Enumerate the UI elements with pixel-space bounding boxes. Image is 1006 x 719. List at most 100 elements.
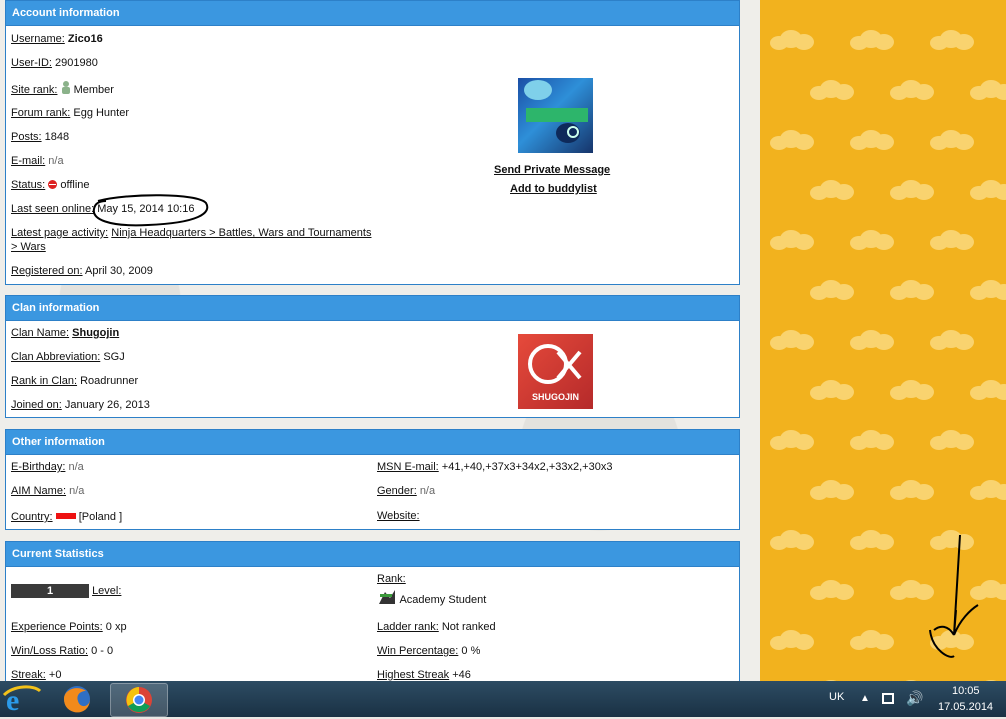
streak-value: +0 bbox=[48, 669, 62, 681]
show-hidden-icons-icon[interactable]: ▲ bbox=[860, 693, 870, 704]
activity-label: Latest page activity: bbox=[11, 227, 109, 239]
level-bar: 1 bbox=[11, 584, 89, 598]
cloud-pattern bbox=[770, 630, 816, 650]
clan-panel: Clan information Clan Name: Shugojin Cla… bbox=[5, 295, 740, 418]
page-content: Account information Username: Zico16 Use… bbox=[0, 0, 760, 681]
member-icon bbox=[61, 81, 71, 94]
language-indicator[interactable]: UK bbox=[829, 691, 844, 703]
email-row: E-mail: n/a bbox=[11, 155, 64, 167]
cloud-pattern bbox=[930, 130, 976, 150]
winpct-label: Win Percentage: bbox=[377, 645, 459, 657]
network-icon[interactable] bbox=[882, 693, 894, 704]
gender-value: n/a bbox=[419, 485, 436, 497]
cloud-pattern bbox=[770, 430, 816, 450]
msn-value: +41,+40,+37x3+34x2,+33x2,+30x3 bbox=[441, 461, 613, 473]
account-panel: Account information Username: Zico16 Use… bbox=[5, 0, 740, 285]
highest-label: Highest Streak bbox=[377, 669, 450, 681]
cloud-pattern bbox=[970, 380, 1006, 400]
activity-link-2[interactable]: > Wars bbox=[11, 241, 46, 253]
streak-label: Streak: bbox=[11, 669, 46, 681]
website-label: Website: bbox=[377, 510, 420, 522]
aim-row: AIM Name: n/a bbox=[11, 485, 84, 497]
stats-header: Current Statistics bbox=[6, 542, 739, 567]
lastseen-label: Last seen online: bbox=[11, 203, 95, 215]
rank-label-row: Rank: bbox=[377, 573, 406, 585]
ladder-label: Ladder rank: bbox=[377, 621, 439, 633]
other-header: Other information bbox=[6, 430, 739, 455]
clan-name-link[interactable]: Shugojin bbox=[72, 327, 119, 339]
level-label: Level: bbox=[92, 584, 122, 597]
internet-explorer-icon[interactable]: e bbox=[0, 683, 46, 717]
cloud-pattern bbox=[890, 480, 936, 500]
ladder-value: Not ranked bbox=[441, 621, 496, 633]
email-label: E-mail: bbox=[11, 155, 46, 167]
siterank-label: Site rank: bbox=[11, 84, 58, 96]
status-value: offline bbox=[60, 179, 90, 191]
siterank-value: Member bbox=[73, 84, 114, 96]
status-row: Status: offline bbox=[11, 179, 90, 191]
highest-value: +46 bbox=[452, 669, 471, 681]
username-label: Username: bbox=[11, 33, 65, 45]
registered-row: Registered on: April 30, 2009 bbox=[11, 265, 153, 277]
status-label: Status: bbox=[11, 179, 46, 191]
cloud-pattern bbox=[930, 430, 976, 450]
send-pm-link[interactable]: Send Private Message bbox=[494, 164, 610, 176]
xp-label: Experience Points: bbox=[11, 621, 103, 633]
level-row: 1 Level: bbox=[11, 584, 121, 598]
volume-icon[interactable]: 🔊 bbox=[906, 690, 923, 707]
clan-name-label: Clan Name: bbox=[11, 327, 70, 339]
msn-row: MSN E-mail: +41,+40,+37x3+34x2,+33x2,+30… bbox=[377, 461, 612, 473]
clock-time[interactable]: 10:05 bbox=[952, 685, 980, 697]
activity-link[interactable]: Ninja Headquarters > Battles, Wars and T… bbox=[111, 227, 371, 239]
add-buddy-link[interactable]: Add to buddylist bbox=[510, 183, 597, 195]
username-value: Zico16 bbox=[67, 33, 103, 45]
rank-value-row: Academy Student bbox=[377, 588, 486, 606]
akatsuki-cloud-background bbox=[760, 0, 1006, 681]
registered-value: April 30, 2009 bbox=[85, 265, 153, 277]
stats-rank-value: Academy Student bbox=[399, 594, 487, 606]
cloud-pattern bbox=[850, 630, 896, 650]
email-value: n/a bbox=[48, 155, 64, 167]
user-avatar bbox=[518, 78, 593, 153]
aim-value: n/a bbox=[69, 485, 85, 497]
xp-row: Experience Points: 0 xp bbox=[11, 621, 127, 633]
birthday-label: E-Birthday: bbox=[11, 461, 66, 473]
cloud-pattern bbox=[770, 230, 816, 250]
winloss-row: Win/Loss Ratio: 0 - 0 bbox=[11, 645, 113, 657]
cloud-pattern bbox=[810, 180, 856, 200]
posts-value: 1848 bbox=[44, 131, 70, 143]
winpct-value: 0 % bbox=[461, 645, 481, 657]
cloud-pattern bbox=[770, 330, 816, 350]
cloud-pattern bbox=[810, 580, 856, 600]
winpct-row: Win Percentage: 0 % bbox=[377, 645, 480, 657]
aim-label: AIM Name: bbox=[11, 485, 67, 497]
website-row: Website: bbox=[377, 510, 420, 522]
cloud-pattern bbox=[890, 380, 936, 400]
cloud-pattern bbox=[810, 380, 856, 400]
userid-value: 2901980 bbox=[55, 57, 98, 69]
highest-row: Highest Streak +46 bbox=[377, 669, 471, 681]
winloss-value: 0 - 0 bbox=[91, 645, 114, 657]
clan-name-row: Clan Name: Shugojin bbox=[11, 327, 119, 339]
chrome-icon[interactable] bbox=[110, 683, 168, 717]
cloud-pattern bbox=[890, 280, 936, 300]
handdrawn-circle-annotation bbox=[92, 194, 209, 227]
activity-row: Latest page activity: Ninja Headquarters… bbox=[11, 227, 371, 239]
firefox-icon[interactable] bbox=[54, 683, 100, 715]
cloud-pattern bbox=[970, 80, 1006, 100]
cloud-pattern bbox=[850, 230, 896, 250]
account-header: Account information bbox=[6, 1, 739, 26]
cloud-pattern bbox=[970, 480, 1006, 500]
birthday-row: E-Birthday: n/a bbox=[11, 461, 84, 473]
forumrank-row: Forum rank: Egg Hunter bbox=[11, 107, 129, 119]
windows-taskbar: e UK ▲ 🔊 10:05 17.05.2014 bbox=[0, 681, 1006, 717]
clan-logo: SHUGOJIN bbox=[518, 334, 593, 409]
clock-date[interactable]: 17.05.2014 bbox=[938, 701, 993, 713]
handdrawn-arrow-annotation bbox=[929, 534, 979, 658]
country-row: Country: [Poland ] bbox=[11, 511, 122, 523]
stats-panel: Current Statistics 1 Level: Rank: Academ… bbox=[5, 541, 740, 681]
stats-rank-label: Rank: bbox=[377, 573, 406, 585]
cloud-pattern bbox=[890, 180, 936, 200]
userid-row: User-ID: 2901980 bbox=[11, 57, 98, 69]
msn-label: MSN E-mail: bbox=[377, 461, 439, 473]
